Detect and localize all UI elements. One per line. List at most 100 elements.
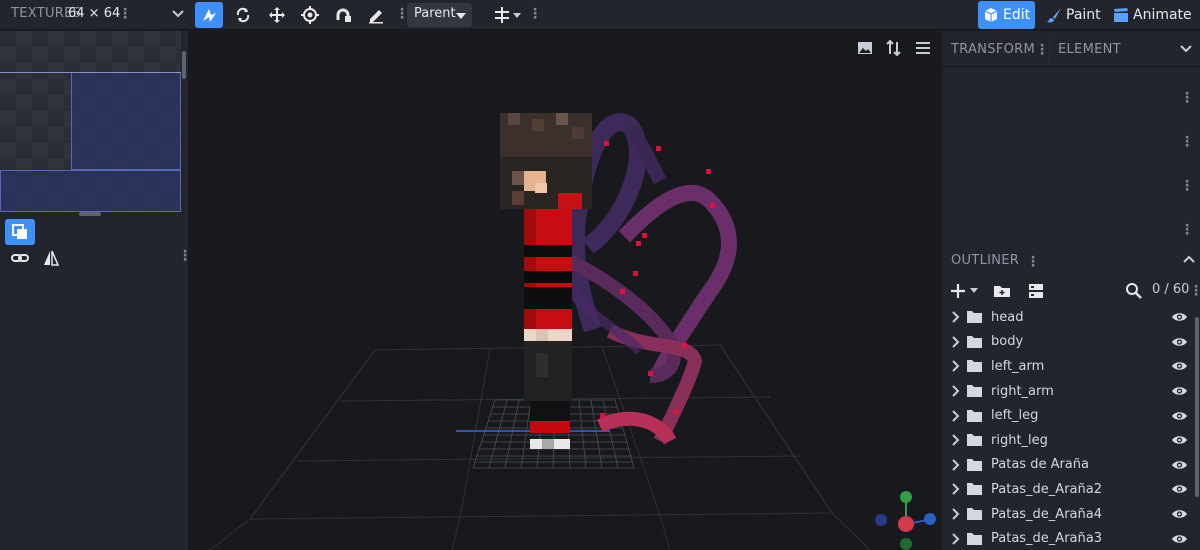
chevron-right-icon[interactable] <box>948 482 962 496</box>
outliner-group-name: right_arm <box>991 383 1054 399</box>
textures-menu-dots-icon[interactable]: ⋮ <box>118 7 132 21</box>
transform-space-select[interactable]: Parent <box>407 3 472 27</box>
move-arrows-icon <box>269 7 285 23</box>
chevron-right-icon[interactable] <box>948 310 962 324</box>
chevron-right-icon[interactable] <box>948 433 962 447</box>
eye-icon[interactable] <box>1171 459 1188 471</box>
uv-guide-line <box>0 72 181 73</box>
eye-icon[interactable] <box>1171 508 1188 520</box>
eye-icon[interactable] <box>1171 533 1188 545</box>
select-caret-icon <box>456 13 466 19</box>
pivot-tool-button[interactable] <box>296 2 324 28</box>
outliner-group-row[interactable]: body <box>942 330 1200 355</box>
grid-snap-icon <box>495 7 509 23</box>
outliner-group-row[interactable]: Patas_de_Araña2 <box>942 477 1200 502</box>
chevron-up-icon[interactable] <box>1182 253 1196 267</box>
uv-link-button[interactable] <box>5 245 35 271</box>
snap-menu-dots-icon[interactable]: ⋮ <box>528 7 542 21</box>
outliner-options-dots-icon[interactable]: ⋮ <box>1189 284 1200 298</box>
outliner-group-row[interactable]: right_arm <box>942 379 1200 404</box>
uv-mirror-button[interactable] <box>36 245 66 271</box>
add-folder-icon[interactable] <box>993 282 1011 300</box>
uv-vertical-scrollbar[interactable] <box>182 51 186 79</box>
move-tool-button[interactable] <box>263 2 291 28</box>
mode-edit-label: Edit <box>1003 7 1031 23</box>
mode-paint-tab[interactable]: Paint <box>1041 1 1106 29</box>
chevron-down-icon[interactable] <box>170 5 186 23</box>
eye-icon[interactable] <box>1171 483 1188 495</box>
tab-transform[interactable]: TRANSFORM <box>951 42 1035 57</box>
properties-tabs: TRANSFORM ⋮ ELEMENT <box>942 31 1200 67</box>
chevron-right-icon[interactable] <box>948 384 962 398</box>
folder-icon <box>967 360 982 373</box>
add-caret-icon[interactable] <box>969 285 979 295</box>
mode-animate-tab[interactable]: Animate <box>1108 1 1197 29</box>
mirror-icon <box>44 250 60 266</box>
panel-menu-dots-icon[interactable]: ⋮ <box>1180 135 1194 149</box>
panel-menu-dots-icon[interactable]: ⋮ <box>1180 179 1194 193</box>
outliner-group-row[interactable]: right_leg <box>942 428 1200 453</box>
outliner-group-row[interactable]: Patas_de_Araña4 <box>942 502 1200 527</box>
eye-icon[interactable] <box>1171 336 1188 348</box>
outliner-scrollbar[interactable] <box>1195 317 1199 497</box>
chevron-down-icon[interactable] <box>1179 41 1193 55</box>
3d-viewport[interactable] <box>190 31 940 550</box>
outliner-group-name: left_leg <box>991 408 1039 424</box>
cube-icon <box>984 8 998 22</box>
eye-icon[interactable] <box>1171 410 1188 422</box>
transform-menu-dots-icon[interactable]: ⋮ <box>1035 43 1049 57</box>
folder-icon <box>967 483 982 496</box>
crosshair-icon <box>301 6 319 24</box>
collapse-all-icon[interactable] <box>1027 282 1045 300</box>
sort-arrows-icon[interactable] <box>885 39 903 57</box>
outliner-group-name: Patas_de_Araña3 <box>991 531 1102 547</box>
tab-element[interactable]: ELEMENT <box>1058 42 1121 57</box>
folder-icon <box>967 311 982 324</box>
panel-menu-dots-icon[interactable]: ⋮ <box>1180 91 1194 105</box>
mode-animate-label: Animate <box>1133 7 1192 23</box>
vertex-tool-button[interactable] <box>329 2 357 28</box>
chevron-right-icon[interactable] <box>948 359 962 373</box>
eye-icon[interactable] <box>1171 434 1188 446</box>
folder-icon <box>967 532 982 545</box>
add-icon[interactable] <box>949 282 967 300</box>
uv-horizontal-scrollbar[interactable] <box>79 212 101 216</box>
vertex-snap-tool-button[interactable] <box>195 2 223 28</box>
panel-menu-dots-icon[interactable]: ⋮ <box>1180 223 1194 237</box>
chevron-right-icon[interactable] <box>948 458 962 472</box>
image-icon[interactable] <box>856 39 874 57</box>
outliner-group-row[interactable]: Patas de Araña <box>942 453 1200 478</box>
mode-edit-tab[interactable]: Edit <box>978 1 1036 29</box>
transform-space-value: Parent <box>414 6 456 21</box>
chevron-right-icon[interactable] <box>948 507 962 521</box>
uv-editor-canvas[interactable] <box>0 31 181 212</box>
main-toolbar: TEXTURES 64 × 64 ⋮ ⋮ Parent ⋮ Edit Paint… <box>0 0 1200 30</box>
uv-select-button[interactable] <box>5 219 35 245</box>
menu-icon[interactable] <box>914 39 932 57</box>
outliner-group-row[interactable]: left_arm <box>942 354 1200 379</box>
chevron-right-icon[interactable] <box>948 532 962 546</box>
eye-icon[interactable] <box>1171 360 1188 372</box>
uv-face-region <box>0 170 181 212</box>
chevron-right-icon[interactable] <box>948 335 962 349</box>
outliner-group-row[interactable]: left_leg <box>942 403 1200 428</box>
outliner-menu-dots-icon[interactable]: ⋮ <box>1026 255 1040 269</box>
eye-icon[interactable] <box>1171 311 1188 323</box>
search-icon[interactable] <box>1125 282 1143 300</box>
outliner-toolbar: 0 / 60 ⋮ <box>942 279 1200 303</box>
axis-gizmo[interactable] <box>875 491 936 550</box>
rotate-tool-button[interactable] <box>229 2 257 28</box>
chevron-right-icon[interactable] <box>948 409 962 423</box>
scene-render <box>209 113 936 550</box>
tab-divider <box>1049 36 1050 62</box>
draw-tool-button[interactable] <box>362 2 390 28</box>
outliner-group-row[interactable]: head <box>942 305 1200 330</box>
link-icon <box>11 254 29 262</box>
outliner-list: head body left_arm right_arm left_leg right_l… <box>942 305 1200 550</box>
eye-icon[interactable] <box>1171 385 1188 397</box>
outliner-group-row[interactable]: Patas_de_Araña3 <box>942 526 1200 550</box>
outliner-group-name: Patas de Araña <box>991 457 1089 473</box>
snap-caret-icon[interactable] <box>512 10 522 20</box>
outliner-group-name: head <box>991 309 1024 325</box>
outliner-group-name: right_leg <box>991 432 1048 448</box>
